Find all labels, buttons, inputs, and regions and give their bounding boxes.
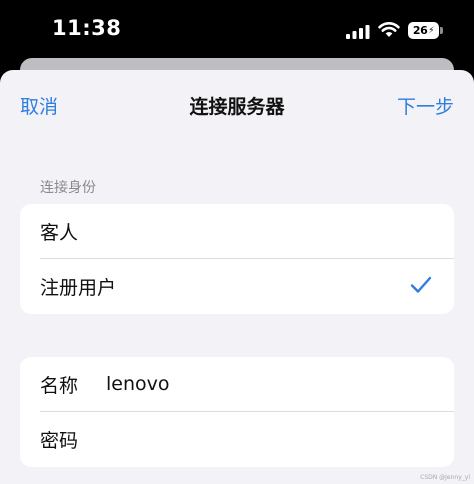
name-input[interactable] — [106, 373, 406, 395]
navigation-bar: 取消 连接服务器 下一步 — [0, 70, 474, 136]
password-input[interactable] — [106, 428, 406, 450]
option-registered-user[interactable]: 注册用户 — [20, 259, 454, 313]
status-bar: 11:38 26 ⚡ — [0, 0, 474, 62]
section-header-identity: 连接身份 — [40, 180, 96, 196]
battery-level: 26 — [412, 24, 428, 37]
password-label: 密码 — [40, 429, 79, 452]
screen: 11:38 26 ⚡ 取消 连接服务器 下一步 连接身份 客人 注册用户 名称 … — [0, 0, 474, 484]
status-time: 11:38 — [52, 16, 122, 40]
wifi-icon — [378, 22, 400, 37]
watermark: CSDN @Jenny_yl — [420, 474, 470, 481]
password-row: 密码 — [20, 412, 454, 466]
option-label-registered-user: 注册用户 — [40, 276, 117, 299]
connect-server-sheet: 取消 连接服务器 下一步 连接身份 客人 注册用户 名称 lenovo 密码 — [0, 70, 474, 484]
identity-options-group: 客人 注册用户 — [20, 204, 454, 314]
checkmark-icon — [410, 276, 432, 293]
cellular-signal-icon — [346, 25, 370, 39]
option-guest[interactable]: 客人 — [20, 204, 454, 258]
battery-cap — [440, 27, 443, 34]
battery-indicator: 26 ⚡ — [408, 22, 439, 39]
name-label: 名称 — [40, 374, 79, 397]
next-step-button[interactable]: 下一步 — [397, 92, 454, 119]
charging-bolt-icon: ⚡ — [428, 25, 435, 36]
credentials-group: 名称 密码 — [20, 357, 454, 467]
name-row: 名称 — [20, 357, 454, 411]
option-label-guest: 客人 — [40, 221, 79, 244]
